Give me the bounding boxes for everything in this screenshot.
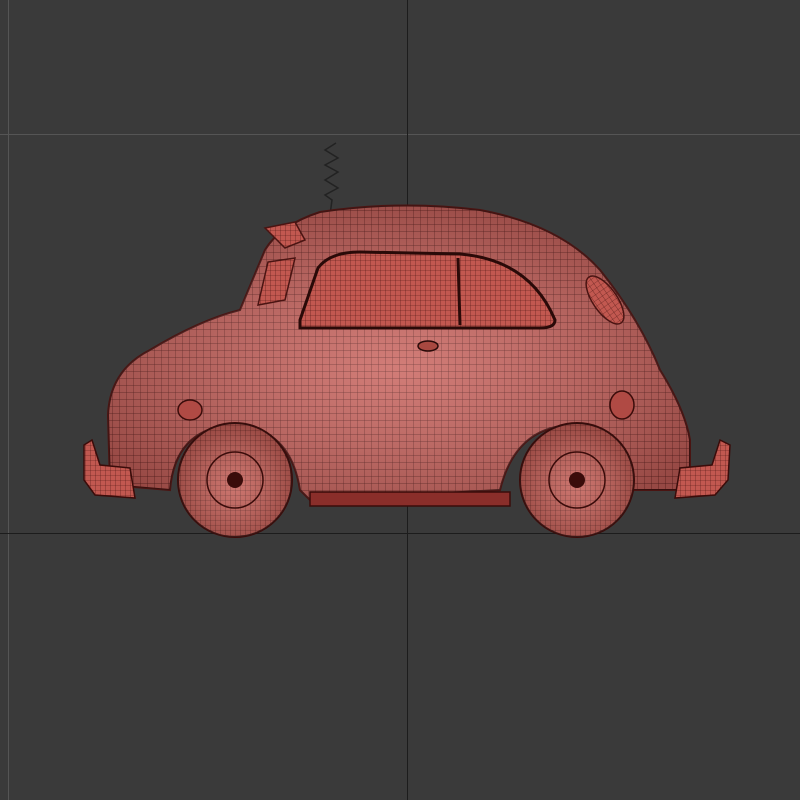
door-handle xyxy=(417,340,439,352)
antenna xyxy=(323,142,340,216)
front-turn-light xyxy=(609,390,635,420)
running-board xyxy=(309,491,511,507)
front-wheel xyxy=(519,422,635,538)
rear-light xyxy=(177,399,203,421)
3d-viewport[interactable] xyxy=(0,0,800,800)
rear-wheel xyxy=(177,422,293,538)
car-wireframe-model[interactable] xyxy=(0,0,800,800)
